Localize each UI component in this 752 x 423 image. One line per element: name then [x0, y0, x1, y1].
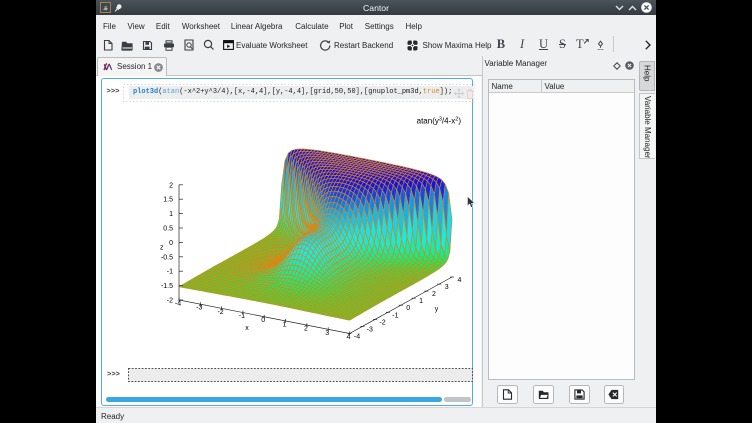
svg-text:3: 3 [325, 330, 329, 337]
svg-text:z: z [160, 244, 164, 251]
svg-text:0.5: 0.5 [163, 226, 173, 233]
svg-text:atan(y3/4-x2): atan(y3/4-x2) [417, 117, 462, 126]
svg-text:-0.5: -0.5 [161, 254, 173, 261]
svg-text:0: 0 [169, 240, 173, 247]
svg-text:x: x [245, 325, 249, 332]
svg-text:4: 4 [347, 334, 351, 341]
svg-text:-3: -3 [367, 326, 373, 333]
svg-text:-4: -4 [175, 301, 181, 308]
svg-text:2: 2 [169, 182, 173, 189]
svg-text:2: 2 [304, 326, 308, 333]
svg-text:1: 1 [283, 321, 287, 328]
svg-text:-1: -1 [167, 269, 173, 276]
svg-text:-2: -2 [167, 298, 173, 305]
svg-text:-4: -4 [354, 334, 360, 341]
svg-text:-1: -1 [239, 313, 245, 320]
svg-text:-2: -2 [379, 319, 385, 326]
svg-text:1: 1 [169, 211, 173, 218]
svg-text:4: 4 [458, 277, 462, 284]
svg-text:y: y [435, 306, 439, 313]
svg-text:2: 2 [432, 291, 436, 298]
svg-text:0: 0 [406, 305, 410, 312]
svg-text:3: 3 [445, 284, 449, 291]
svg-text:-3: -3 [196, 305, 202, 312]
svg-text:-1.5: -1.5 [161, 283, 173, 290]
svg-text:-2: -2 [217, 309, 223, 316]
svg-text:1: 1 [419, 298, 423, 305]
svg-text:1.5: 1.5 [163, 197, 173, 204]
svg-text:-1: -1 [392, 312, 398, 319]
svg-text:0: 0 [261, 317, 265, 324]
